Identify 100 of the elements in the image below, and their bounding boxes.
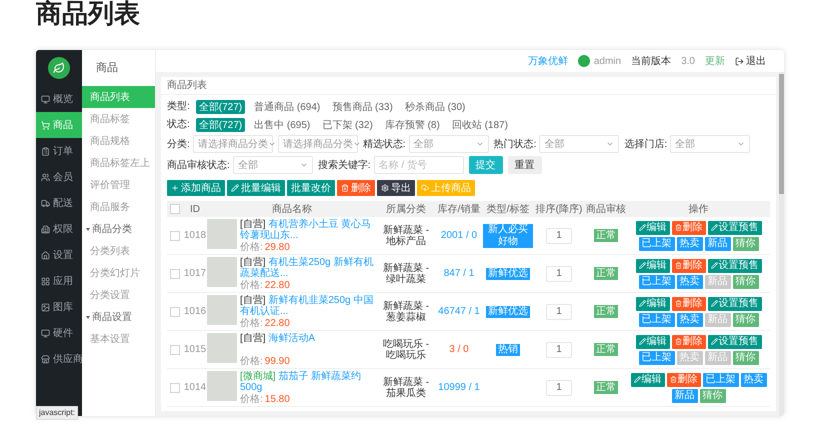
filter-option[interactable]: 全部(727) [196,100,246,114]
submenu-group[interactable]: 商品设置 [82,306,155,328]
submenu-item[interactable]: 分类幻灯片 [82,262,155,284]
update-link[interactable]: 更新 [705,54,725,68]
filter-option[interactable]: 已下架 (32) [319,118,376,132]
select-field[interactable]: 全部 [408,135,489,153]
filter-option[interactable]: 回收站 (187) [448,118,511,132]
select-field[interactable]: 请选择商品分类 [192,135,273,153]
select-field[interactable]: 请选择商品分类 [278,135,358,153]
action-button[interactable]: 新品 [704,236,730,250]
toolbar-button[interactable]: 删除 [337,180,375,196]
toolbar-button[interactable]: 上传商品 [417,180,475,196]
filter-option[interactable]: 秒杀商品 (30) [402,100,468,114]
reset-button[interactable]: 重置 [508,156,542,174]
product-name-link[interactable]: [自营] 新鲜有机韭菜250g 中国有机认证... [240,294,377,316]
sort-field[interactable]: 1 [546,342,572,358]
select-field[interactable]: 全部 [232,156,313,174]
action-button[interactable]: 设置预售 [708,334,762,348]
action-button[interactable]: 编辑 [630,372,664,386]
checkbox[interactable] [170,344,180,354]
sidebar-item[interactable]: 商品 [36,112,82,138]
submenu-item[interactable]: 商品规格 [82,130,155,152]
submenu-item[interactable]: 评价管理 [82,174,155,196]
action-button[interactable]: 猜你 [732,236,758,250]
submenu-item[interactable]: 商品标签 [82,108,155,130]
trash-icon [670,376,676,383]
pencil-icon [638,262,646,269]
action-button[interactable]: 新品 [672,388,698,402]
action-button[interactable]: 热卖 [676,312,702,326]
action-button[interactable]: 猜你 [732,312,758,326]
submenu-item[interactable]: 商品标签左上 [82,152,155,174]
checkbox[interactable] [170,204,180,214]
filter-option[interactable]: 全部(727) [196,118,246,132]
action-button[interactable]: 删除 [666,372,700,386]
toolbar-button[interactable]: 批量改价 [287,180,335,196]
submenu-group[interactable]: 商品分类 [82,218,155,240]
action-button[interactable]: 热卖 [676,274,702,288]
submit-button[interactable]: 提交 [468,156,503,174]
sidebar-item[interactable]: 设置 [36,242,82,268]
filter-option[interactable]: 普通商品 (694) [251,100,324,114]
product-name-link[interactable]: [微商城] 茄茄子 新鲜蔬菜约500g [240,370,377,392]
action-button[interactable]: 编辑 [636,220,670,234]
toolbar-button[interactable]: 批量编辑 [227,180,285,196]
action-button[interactable]: 删除 [672,296,706,310]
pencil-icon [231,184,239,192]
checkbox[interactable] [170,230,180,240]
action-button[interactable]: 删除 [672,220,706,234]
keyword-field[interactable]: 名称 / 货号 [374,156,464,174]
chevron-down-icon [606,140,614,148]
sidebar-item[interactable]: 图库 [36,294,82,320]
action-button[interactable]: 已上架 [638,274,674,288]
sidebar-item[interactable]: 硬件 [36,320,82,346]
action-button[interactable]: 设置预售 [708,296,762,310]
checkbox[interactable] [170,268,180,278]
action-button[interactable]: 已上架 [638,350,674,364]
toolbar-button[interactable]: 导出 [377,180,415,196]
shop-link[interactable]: 万象优鲜 [528,54,568,68]
sidebar-item[interactable]: 订单 [36,138,82,164]
action-button[interactable]: 已上架 [702,372,738,386]
product-name-link[interactable]: [自营] 有机生菜250g 新鲜有机蔬菜配送... [240,256,377,278]
action-button[interactable]: 编辑 [636,258,670,272]
action-button[interactable]: 猜你 [700,388,726,402]
toolbar-button[interactable]: 添加商品 [167,180,225,196]
action-button[interactable]: 设置预售 [708,258,762,272]
action-button[interactable]: 热卖 [676,236,702,250]
action-button[interactable]: 猜你 [732,274,758,288]
action-button[interactable]: 已上架 [638,312,674,326]
action-button[interactable]: 已上架 [638,236,674,250]
sort-field[interactable]: 1 [546,228,572,244]
filter-option[interactable]: 库存预警 (8) [382,118,443,132]
action-button[interactable]: 删除 [672,258,706,272]
submenu-item[interactable]: 基本设置 [82,328,155,350]
submenu-item[interactable]: 商品服务 [82,196,155,218]
sidebar-item[interactable]: 供应商 [36,346,82,372]
checkbox[interactable] [170,306,180,316]
filter-option[interactable]: 预售商品 (33) [329,100,396,114]
sidebar-item[interactable]: 概览 [36,86,82,112]
select-field[interactable]: 全部 [670,135,750,153]
submenu-item[interactable]: 分类列表 [82,240,155,262]
action-button[interactable]: 设置预售 [708,220,762,234]
action-button[interactable]: 热卖 [740,372,766,386]
product-name-link[interactable]: [自营] 有机营养小土豆 黄心马铃薯现山东... [240,218,377,240]
logout-link[interactable]: 退出 [735,54,766,68]
select-field[interactable]: 全部 [539,135,620,153]
filter-option[interactable]: 出售中 (695) [251,118,314,132]
action-button[interactable]: 猜你 [732,350,758,364]
sort-field[interactable]: 1 [546,380,572,396]
sort-field[interactable]: 1 [546,266,572,282]
product-name-link[interactable]: [自营] 海鲜活动A [240,332,377,344]
checkbox[interactable] [170,382,180,392]
submenu-item[interactable]: 商品列表 [82,86,155,108]
sidebar-item[interactable]: 应用 [36,268,82,294]
submenu-item[interactable]: 分类设置 [82,284,155,306]
action-button[interactable]: 编辑 [636,296,670,310]
sidebar-item[interactable]: 会员 [36,164,82,190]
sidebar-item[interactable]: 配送 [36,190,82,216]
action-button[interactable]: 删除 [672,334,706,348]
sidebar-item[interactable]: 权限 [36,216,82,242]
action-button[interactable]: 编辑 [636,334,670,348]
sort-field[interactable]: 1 [546,304,572,320]
